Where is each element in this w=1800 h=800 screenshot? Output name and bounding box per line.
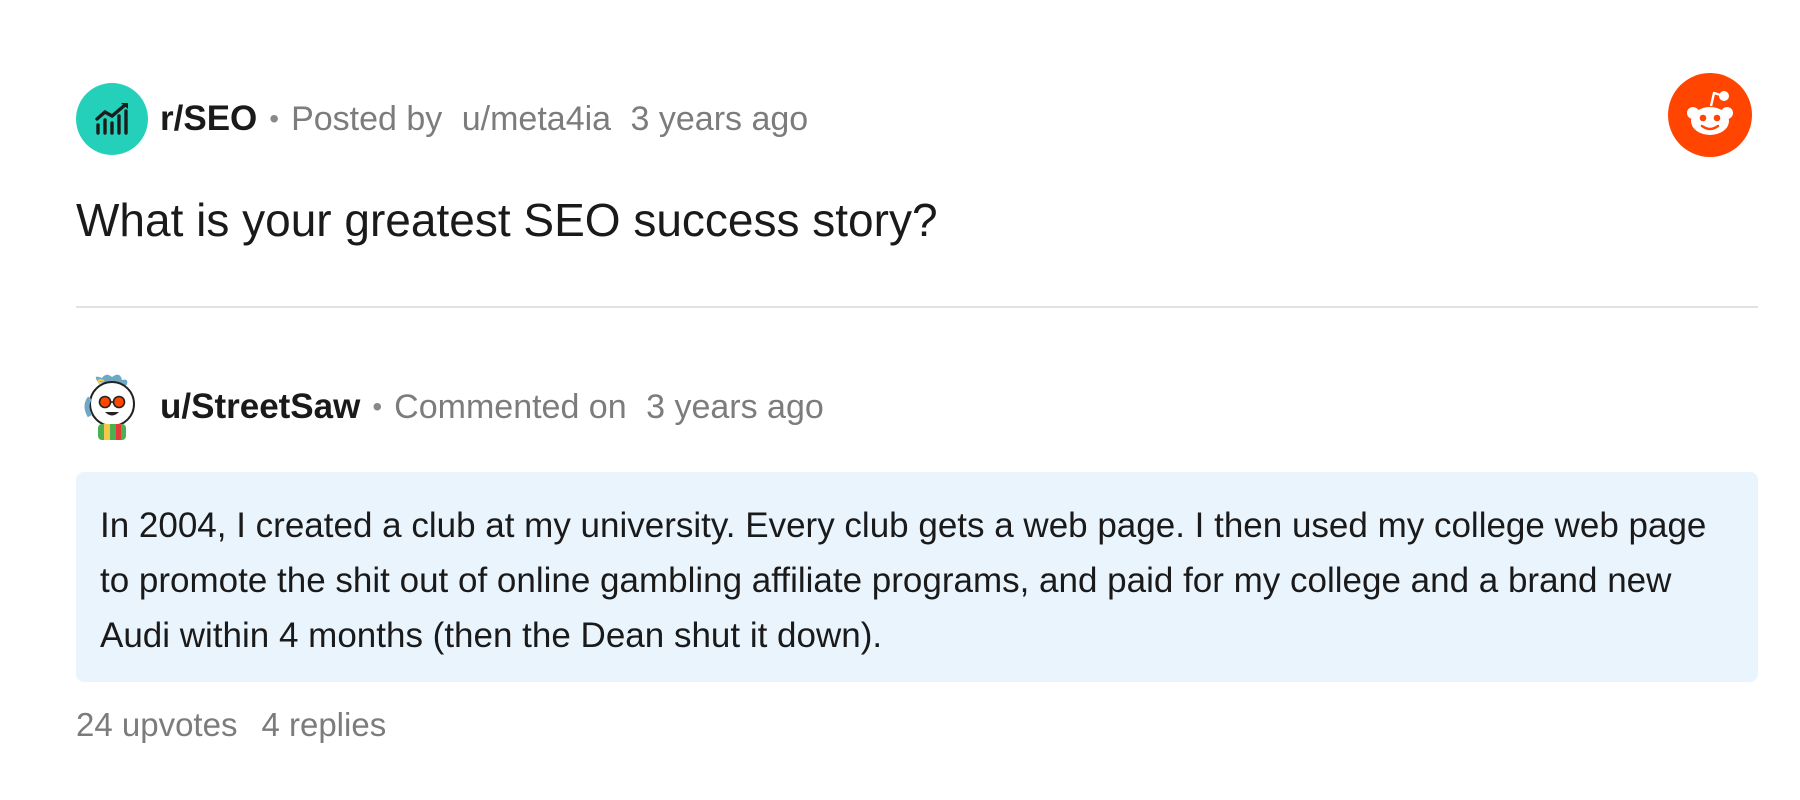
comment-body: In 2004, I created a club at my universi…: [76, 472, 1758, 682]
post-meta: Posted by u/meta4ia 3 years ago: [291, 100, 808, 139]
post-author[interactable]: u/meta4ia: [462, 100, 611, 138]
reddit-snoo-icon: [1687, 91, 1733, 135]
reddit-logo[interactable]: [1668, 73, 1752, 157]
reddit-post-card: r/SEO • Posted by u/meta4ia 3 years ago …: [0, 0, 1800, 800]
divider: [76, 306, 1758, 308]
meta-separator: •: [269, 103, 280, 134]
comment-meta: Commented on 3 years ago: [394, 388, 824, 427]
post-time: 3 years ago: [630, 99, 809, 138]
subreddit-name[interactable]: r/SEO: [160, 99, 257, 139]
upvote-count[interactable]: 24 upvotes: [76, 706, 237, 744]
user-avatar-icon[interactable]: [78, 372, 146, 442]
subreddit-avatar[interactable]: [76, 83, 148, 155]
comment-stats: 24 upvotes 4 replies: [76, 706, 386, 744]
comment-time: 3 years ago: [646, 387, 824, 426]
post-header: r/SEO • Posted by u/meta4ia 3 years ago: [76, 83, 808, 155]
commented-on-label: Commented on: [394, 387, 627, 426]
posted-by-label: Posted by: [291, 99, 443, 138]
comment-header: u/StreetSaw • Commented on 3 years ago: [78, 372, 824, 442]
bar-chart-icon: [95, 103, 128, 135]
comment-author[interactable]: u/StreetSaw: [160, 387, 360, 427]
post-title[interactable]: What is your greatest SEO success story?: [76, 190, 938, 250]
reply-count[interactable]: 4 replies: [261, 706, 386, 744]
meta-separator: •: [372, 391, 383, 422]
